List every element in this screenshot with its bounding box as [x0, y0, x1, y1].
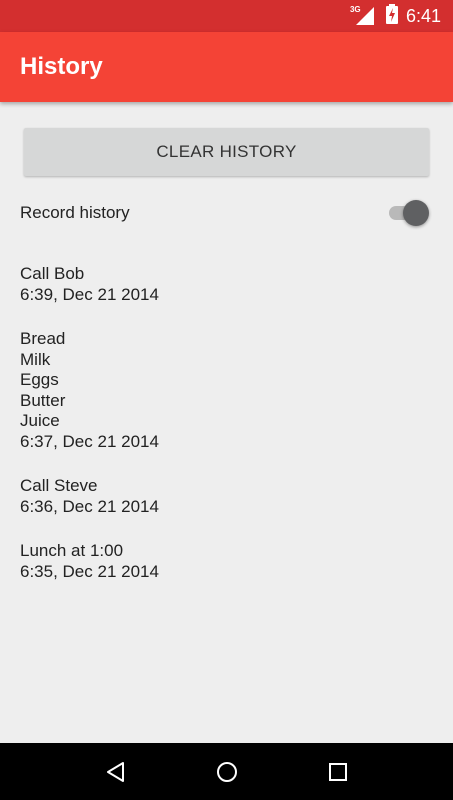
history-item: Call Bob 6:39, Dec 21 2014 [20, 264, 433, 305]
history-item-line: Milk [20, 349, 51, 369]
back-icon[interactable] [96, 752, 136, 792]
history-item-line: Call Bob [20, 264, 85, 283]
history-item-timestamp: 6:37, Dec 21 2014 [20, 431, 159, 451]
status-bar: 3G 6:41 [0, 0, 453, 32]
status-time: 6:41 [405, 5, 441, 26]
page-title: History [20, 53, 103, 80]
record-history-row: Record history [20, 196, 433, 230]
history-item-timestamp: 6:39, Dec 21 2014 [20, 284, 159, 304]
history-item-line: Eggs [20, 370, 59, 389]
record-history-label: Record history [20, 203, 130, 222]
recents-icon[interactable] [318, 752, 358, 792]
navigation-bar [0, 743, 453, 800]
cell-signal-icon: 3G [350, 5, 376, 25]
toggle-thumb [403, 200, 429, 226]
history-list: Call Bob 6:39, Dec 21 2014 Bread Milk Eg… [20, 264, 433, 606]
history-item: Lunch at 1:00 6:35, Dec 21 2014 [20, 541, 433, 582]
history-item-line: Lunch at 1:00 [20, 541, 124, 560]
app-bar: History [0, 32, 453, 102]
history-item: Call Steve 6:36, Dec 21 2014 [20, 476, 433, 517]
battery-charging-icon [385, 3, 398, 29]
history-item-line: Bread [20, 329, 66, 348]
history-item-timestamp: 6:35, Dec 21 2014 [20, 561, 159, 581]
history-item-line: Juice [20, 411, 60, 430]
history-item-line: Call Steve [20, 476, 98, 495]
network-type-label: 3G [349, 5, 361, 14]
history-item: Bread Milk Eggs Butter Juice 6:37, Dec 2… [20, 329, 433, 452]
history-item-line: Butter [20, 390, 66, 410]
clear-history-button[interactable]: CLEAR HISTORY [24, 128, 429, 176]
home-icon[interactable] [207, 752, 247, 792]
record-history-toggle[interactable] [387, 198, 433, 228]
history-item-timestamp: 6:36, Dec 21 2014 [20, 496, 159, 516]
